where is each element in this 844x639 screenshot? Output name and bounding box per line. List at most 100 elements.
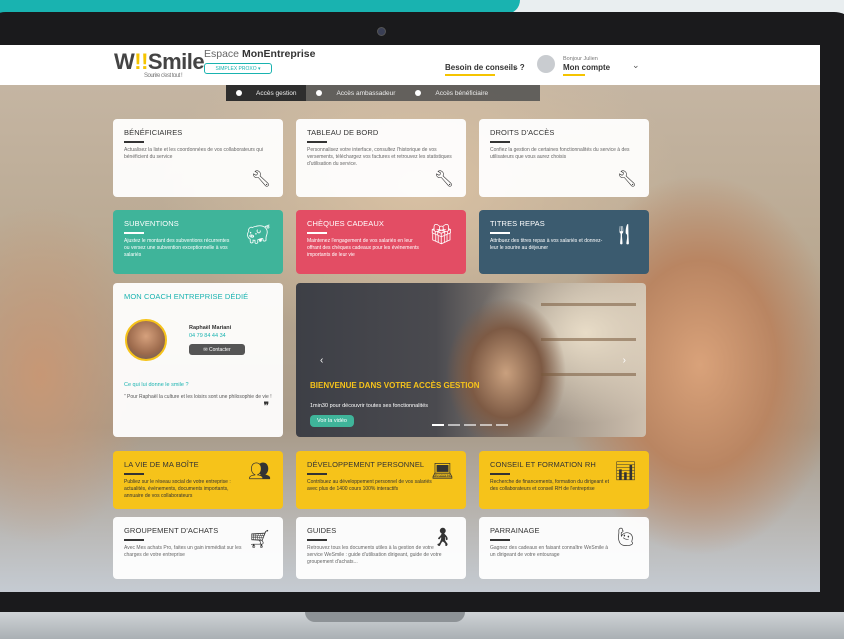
watch-video-button[interactable]: Voir la vidéo [310, 415, 354, 427]
coach-title: MON COACH ENTREPRISE DÉDIÉ [124, 292, 249, 301]
tab-acces-ambassadeur[interactable]: Accès ambassadeur [306, 85, 405, 101]
title-underline [124, 141, 144, 143]
card-text: Avec Mes achats Pro, faites un gain immé… [124, 545, 242, 558]
card-text: Confiez la gestion de certaines fonction… [490, 147, 630, 160]
card-text: Contribuez au développement personnel de… [307, 479, 432, 492]
account-underline [563, 74, 585, 76]
card-text: Publiez sur le réseau social de votre en… [124, 479, 231, 499]
wesmile-logo[interactable]: W!!Smile Sourire c'est tout ! [114, 49, 205, 79]
card-text: Ajustez le montant des subventions récur… [124, 238, 230, 258]
access-tabs: Accès gestion Accès ambassadeur Accès bé… [226, 85, 540, 101]
card-cheques-cadeaux[interactable]: CHÈQUES CADEAUX Maintenez l'engagement d… [296, 210, 466, 274]
wrench-icon: 🔧︎ [433, 171, 454, 188]
contact-button[interactable]: ✉ Contacter [189, 344, 245, 355]
cutlery-icon: 🍴︎ [611, 224, 637, 246]
title-underline [490, 232, 510, 234]
carousel-next-icon[interactable]: › [623, 355, 626, 366]
people-icon: 👥︎ [248, 461, 271, 481]
hero-title: BIENVENUE DANS VOTRE ACCÈS GESTION [310, 381, 480, 390]
webcam-icon [377, 27, 386, 36]
espace-prefix: Espace [204, 48, 240, 60]
radio-dot-icon [236, 90, 242, 96]
account-menu[interactable]: Mon compte [563, 63, 610, 72]
laptop-notch [305, 612, 465, 622]
gift-card-icon: 🎁︎ [428, 224, 454, 246]
coach-quote: “ Pour Raphaël la culture et les loisirs… [124, 394, 272, 400]
card-tableau-de-bord[interactable]: TABLEAU DE BORD Personnalisez votre inte… [296, 119, 466, 197]
card-text: Retrouvez tous les documents utiles à la… [307, 545, 442, 565]
espace-title: Espace MonEntreprise [204, 48, 315, 60]
tab-acces-beneficiaire[interactable]: Accès bénéficiaire [405, 85, 498, 101]
logo-w: W [114, 49, 135, 74]
logo-accent: !! [134, 49, 148, 74]
card-groupement-achats[interactable]: GROUPEMENT D'ACHATS Avec Mes achats Pro,… [113, 517, 283, 579]
carousel-dots [432, 424, 508, 426]
card-vie-de-ma-boite[interactable]: LA VIE DE MA BOÎTE Publiez sur le réseau… [113, 451, 283, 509]
piggy-bank-icon: 🐖︎ [245, 224, 271, 246]
title-underline [124, 232, 144, 234]
card-text: Gagnez des cadeaux en faisant connaître … [490, 545, 609, 558]
title-underline [307, 232, 327, 234]
radio-dot-icon [415, 90, 422, 96]
logo-smile: Smile [147, 49, 205, 74]
title-underline [124, 539, 144, 541]
chevron-down-icon[interactable]: ⌄ [512, 62, 520, 73]
card-text: Personnalisez votre interface, consultez… [307, 147, 452, 167]
coach-phone[interactable]: 04 79 84 44 34 [189, 333, 226, 339]
title-underline [490, 539, 510, 541]
logo-tagline: Sourire c'est tout ! [144, 73, 183, 79]
guide-person-icon: 🚶︎ [431, 527, 454, 547]
tab-label: Accès ambassadeur [336, 89, 396, 97]
title-underline [490, 473, 510, 475]
coach-question: Ce qui lui donne le smile ? [124, 382, 189, 388]
carousel-dot[interactable] [480, 424, 492, 426]
carousel-prev-icon[interactable]: ‹ [320, 355, 323, 366]
hero-subtitle: 1min30 pour découvrir toutes ses fonctio… [310, 403, 429, 409]
coach-name: Raphaël Mariani [189, 325, 232, 331]
shelf-decoration [541, 303, 636, 306]
greeting-text: Bonjour Julien [563, 56, 598, 62]
card-text: Recherche de financements, formation du … [490, 479, 609, 492]
avatar[interactable] [537, 55, 555, 73]
title-underline [124, 473, 144, 475]
card-developpement-personnel[interactable]: DÉVELOPPEMENT PERSONNEL Contribuez au dé… [296, 451, 466, 509]
card-guides[interactable]: GUIDES Retrouvez tous les documents util… [296, 517, 466, 579]
card-text: Attribuez des titres repas à vos salarié… [490, 238, 603, 251]
plan-label: SIMPLEX PROXO [215, 65, 257, 72]
app-screen: W!!Smile Sourire c'est tout ! Espace Mon… [0, 45, 820, 592]
coach-avatar [125, 319, 167, 361]
coach-card: MON COACH ENTREPRISE DÉDIÉ Raphaël Maria… [113, 283, 283, 437]
tab-label: Accès gestion [256, 89, 297, 97]
plan-selector[interactable]: SIMPLEX PROXO ▾ [204, 63, 272, 74]
wrench-icon: 🔧︎ [250, 171, 271, 188]
card-title: BÉNÉFICIAIRES [124, 128, 183, 137]
radio-dot-icon [316, 90, 323, 96]
card-subventions[interactable]: SUBVENTIONS Ajustez le montant des subve… [113, 210, 283, 274]
carousel-dot[interactable] [432, 424, 444, 426]
carousel-dot[interactable] [464, 424, 476, 426]
title-underline [490, 141, 510, 143]
carousel-dot[interactable] [448, 424, 460, 426]
card-titres-repas[interactable]: TITRES REPAS Attribuez des titres repas … [479, 210, 649, 274]
desk-person-icon: 💻︎ [431, 461, 454, 481]
card-text: Actualisez la liste et les coordonnées d… [124, 147, 263, 160]
presentation-icon: 📊︎ [614, 461, 637, 481]
title-underline [307, 141, 327, 143]
shelf-decoration [541, 338, 636, 341]
shopping-cart-icon: 🛒︎ [248, 529, 271, 549]
title-underline [307, 539, 327, 541]
card-conseil-formation-rh[interactable]: CONSEIL ET FORMATION RH Recherche de fin… [479, 451, 649, 509]
referral-icon: 🙋︎ [614, 527, 637, 547]
top-bar: W!!Smile Sourire c'est tout ! Espace Mon… [0, 45, 820, 85]
hero-banner: ‹ › BIENVENUE DANS VOTRE ACCÈS GESTION 1… [296, 283, 646, 437]
carousel-dot[interactable] [496, 424, 508, 426]
shelf-decoration [541, 373, 636, 376]
chevron-down-icon[interactable]: ⌄ [632, 60, 640, 71]
card-droits-acces[interactable]: DROITS D'ACCÈS Confiez la gestion de cer… [479, 119, 649, 197]
espace-name: MonEntreprise [241, 48, 316, 60]
card-beneficiaires[interactable]: BÉNÉFICIAIRES Actualisez la liste et les… [113, 119, 283, 197]
card-title: DROITS D'ACCÈS [490, 128, 555, 137]
card-parrainage[interactable]: PARRAINAGE Gagnez des cadeaux en faisant… [479, 517, 649, 579]
conseils-underline [445, 74, 495, 76]
tab-acces-gestion[interactable]: Accès gestion [226, 85, 307, 101]
